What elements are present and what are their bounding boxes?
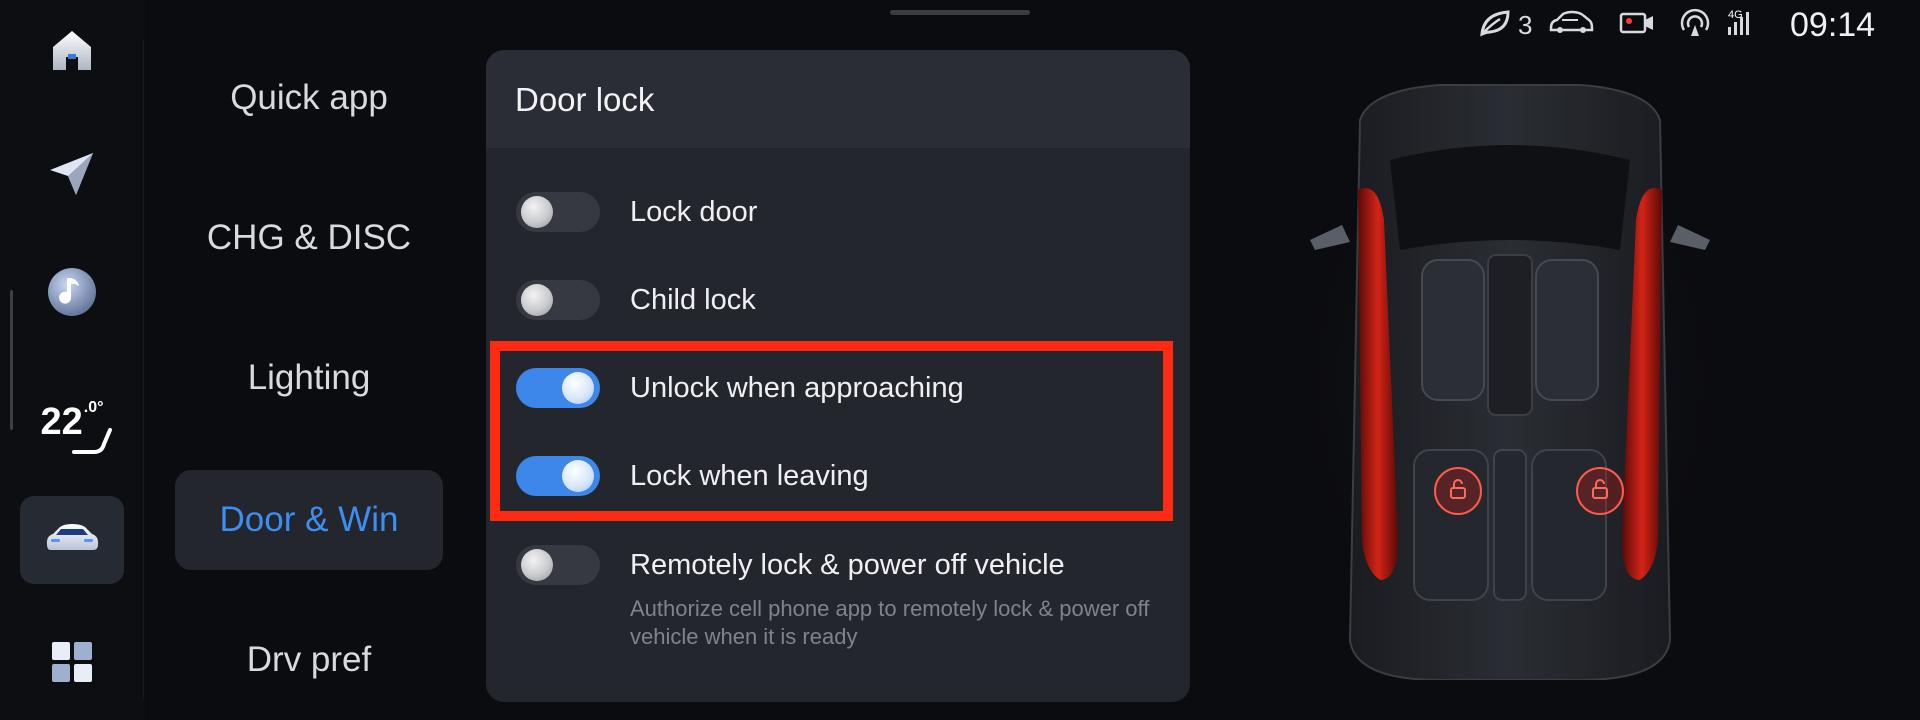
toggle-knob bbox=[521, 284, 553, 316]
rail-item-navigation[interactable] bbox=[20, 132, 124, 220]
door-lock-panel: Door lock Lock door Child lock Unlock wh… bbox=[486, 50, 1190, 702]
setting-row-lock-leaving: Lock when leaving bbox=[486, 436, 1190, 516]
unlocked-padlock-icon bbox=[1588, 477, 1612, 506]
unlock-badge-left bbox=[1434, 467, 1482, 515]
home-icon bbox=[48, 26, 96, 79]
dashcam-status bbox=[1618, 0, 1656, 50]
temperature-decimal: .0° bbox=[83, 398, 104, 416]
unlock-approaching-label: Unlock when approaching bbox=[630, 372, 964, 404]
rail-scroll-indicator bbox=[10, 290, 13, 430]
dashcam-icon bbox=[1618, 9, 1656, 42]
rail-item-home[interactable] bbox=[20, 8, 124, 96]
apps-grid-icon bbox=[50, 640, 94, 689]
hotspot-icon bbox=[1678, 8, 1712, 43]
rail-item-climate[interactable]: 22 .0° bbox=[20, 378, 124, 466]
eco-status: 3 bbox=[1478, 0, 1532, 50]
temperature-readout: 22 .0° bbox=[40, 398, 113, 454]
setting-row-unlock-approaching: Unlock when approaching bbox=[486, 348, 1190, 428]
remote-lock-label: Remotely lock & power off vehicle bbox=[630, 549, 1065, 581]
child-lock-toggle[interactable] bbox=[516, 280, 600, 320]
clock: 09:14 bbox=[1790, 0, 1875, 50]
lock-leaving-toggle[interactable] bbox=[516, 456, 600, 496]
toggle-knob bbox=[521, 196, 553, 228]
toggle-knob bbox=[562, 460, 594, 492]
car-illustration bbox=[1280, 80, 1740, 681]
music-note-icon bbox=[45, 265, 99, 324]
rail-item-apps[interactable] bbox=[20, 620, 124, 708]
eco-count: 3 bbox=[1518, 9, 1533, 40]
toggle-knob bbox=[521, 549, 553, 581]
rail-item-vehicle[interactable] bbox=[20, 496, 124, 584]
clock-time: 09:14 bbox=[1790, 5, 1876, 44]
remote-lock-toggle[interactable] bbox=[516, 545, 600, 585]
seat-heat-icon bbox=[70, 423, 114, 466]
panel-header: Door lock bbox=[486, 50, 1190, 148]
menu-item-lighting[interactable]: Lighting bbox=[175, 328, 443, 428]
unlock-approaching-toggle[interactable] bbox=[516, 368, 600, 408]
icon-rail: 22 .0° bbox=[0, 0, 145, 720]
signal-status bbox=[1726, 0, 1754, 50]
setting-row-lock-door: Lock door bbox=[486, 172, 1190, 252]
setting-row-child-lock: Child lock bbox=[486, 260, 1190, 340]
lock-door-toggle[interactable] bbox=[516, 192, 600, 232]
car-icon bbox=[43, 521, 101, 560]
hotspot-status bbox=[1678, 0, 1712, 50]
rail-item-music[interactable] bbox=[20, 250, 124, 338]
lock-leaving-label: Lock when leaving bbox=[630, 460, 869, 492]
drag-handle[interactable] bbox=[890, 10, 1030, 15]
car-status bbox=[1548, 0, 1594, 50]
navigation-arrow-icon bbox=[46, 148, 98, 205]
rail-divider bbox=[143, 40, 144, 700]
car-status-icon bbox=[1548, 8, 1594, 43]
remote-lock-description: Authorize cell phone app to remotely loc… bbox=[630, 596, 1150, 649]
car-top-view bbox=[1280, 80, 1740, 681]
menu-item-drv-pref[interactable]: Drv pref bbox=[175, 610, 443, 710]
eco-leaf-icon bbox=[1478, 8, 1514, 43]
lock-door-label: Lock door bbox=[630, 196, 758, 228]
menu-item-quick-app[interactable]: Quick app bbox=[175, 48, 443, 148]
unlocked-padlock-icon bbox=[1446, 477, 1470, 506]
setting-row-remote-lock: Remotely lock & power off vehicle Author… bbox=[486, 525, 1190, 675]
child-lock-label: Child lock bbox=[630, 284, 756, 316]
menu-item-chg-disc[interactable]: CHG & DISC bbox=[175, 188, 443, 288]
signal-icon bbox=[1726, 9, 1754, 42]
menu-item-door-win[interactable]: Door & Win bbox=[175, 470, 443, 570]
panel-title: Door lock bbox=[515, 81, 655, 118]
toggle-knob bbox=[562, 372, 594, 404]
unlock-badge-right bbox=[1576, 467, 1624, 515]
